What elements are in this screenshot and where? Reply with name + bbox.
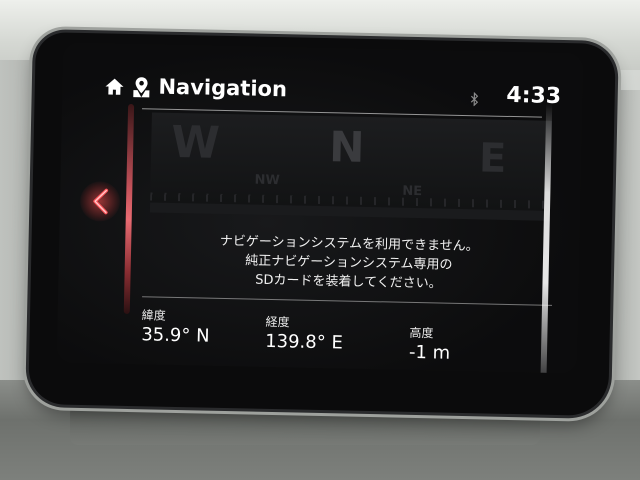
altitude-value: -1 m [408, 341, 451, 364]
compass-strip: W NW N NE E [150, 112, 552, 211]
nav-pin-icon [132, 76, 150, 98]
compass-east: E [478, 135, 507, 182]
page-title: Navigation [158, 74, 288, 102]
latitude-label: 緯度 [141, 308, 166, 323]
compass-west: W [170, 116, 221, 169]
side-rail [123, 103, 135, 315]
compass-northwest: NW [254, 172, 280, 189]
bluetooth-icon [470, 91, 479, 107]
altitude-label: 高度 [409, 325, 434, 341]
navigation-screen: Navigation 4:33 W NW N NE E ナビゲーションシステムを… [56, 42, 584, 374]
longitude-value: 139.8° E [264, 330, 344, 354]
longitude-label: 経度 [265, 314, 290, 330]
compass-north: N [328, 122, 365, 172]
latitude-value: 35.9° N [141, 324, 210, 347]
sd-card-message: ナビゲーションシステムを利用できません。 純正ナビゲーションシステム専用の SD… [178, 231, 519, 295]
back-button[interactable] [79, 180, 121, 222]
home-icon[interactable] [104, 76, 124, 96]
chevron-left-icon [90, 187, 113, 219]
clock: 4:33 [506, 82, 562, 110]
readout-divider [142, 296, 553, 306]
